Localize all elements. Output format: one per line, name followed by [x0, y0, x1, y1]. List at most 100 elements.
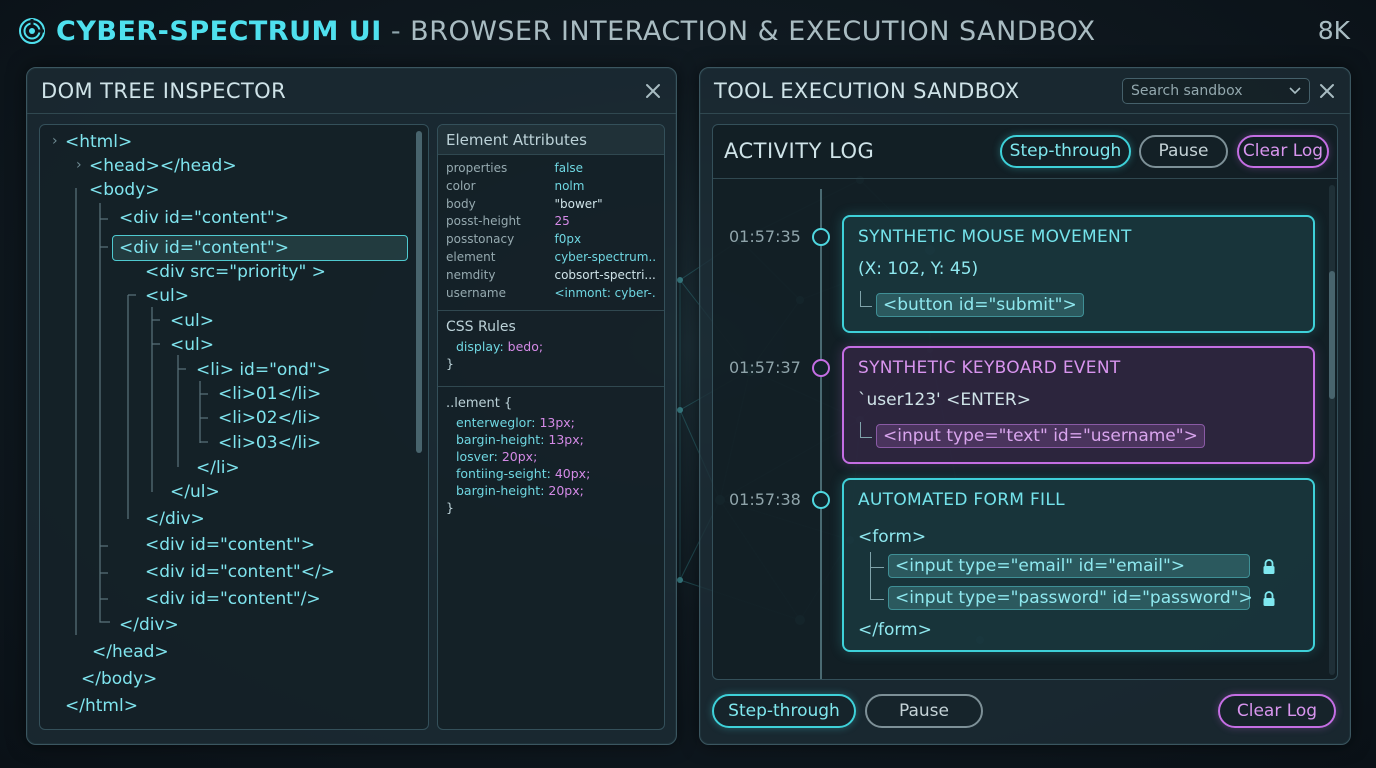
css-value: 20px;	[548, 483, 584, 499]
app-title: CYBER-SPECTRUM UI - BROWSER INTERACTION …	[56, 16, 1096, 47]
tree-node-selected[interactable]: <div id="content">	[112, 235, 408, 261]
log-scrollbar[interactable]	[1329, 271, 1335, 399]
attribute-key: color	[446, 178, 476, 193]
title-separator: -	[381, 15, 411, 47]
form-field-password: <input type="password" id="password">	[888, 586, 1253, 610]
chevron-down-icon[interactable]	[1289, 86, 1301, 96]
tree-node[interactable]: </div>	[119, 614, 179, 636]
event-target-tag: <button id="submit">	[876, 293, 1084, 317]
tree-expand-toggle[interactable]: ›	[76, 157, 82, 173]
step-through-button[interactable]: Step-through	[1000, 135, 1131, 168]
lock-icon	[1263, 591, 1275, 606]
css-value: bedo;	[507, 339, 544, 355]
event-timestamp: 01:57:35	[729, 227, 801, 246]
tree-node[interactable]: <html>	[65, 131, 132, 153]
attribute-row: username <inmont: cyber-...	[446, 285, 656, 303]
css-rule-line: losver: 20px;	[446, 448, 656, 465]
attribute-value: cyber-spectrum...	[554, 249, 656, 264]
log-scrollbar-track	[1329, 185, 1335, 675]
timeline-dot	[812, 359, 830, 377]
css-rules-title: CSS Rules	[446, 319, 516, 336]
tree-node[interactable]: <ul>	[170, 310, 214, 332]
attribute-value: nolm	[554, 178, 585, 193]
tree-collapse-toggle[interactable]: ›	[52, 133, 58, 149]
app-subtitle: BROWSER INTERACTION & EXECUTION SANDBOX	[410, 15, 1096, 47]
css-rule-line: bargin-height: 13px;	[446, 431, 656, 448]
attribute-key: username	[446, 285, 506, 300]
css-rules-section: CSS Rules display: bedo; }	[438, 310, 664, 378]
css-rule-close: }	[446, 500, 454, 516]
tree-node[interactable]: </div>	[145, 508, 205, 530]
pause-button[interactable]: Pause	[1139, 135, 1228, 168]
lock-icon	[1263, 559, 1275, 574]
attribute-row: body "bower"	[446, 196, 656, 214]
tree-node[interactable]: </body>	[81, 668, 157, 690]
attribute-value: f0px	[554, 232, 582, 247]
tree-node[interactable]: <ul>	[170, 334, 214, 356]
brand-name: CYBER-SPECTRUM UI	[56, 15, 382, 47]
close-icon[interactable]	[642, 80, 664, 102]
tool-execution-sandbox-panel: TOOL EXECUTION SANDBOX Search sandbox AC…	[699, 67, 1351, 745]
event-card-mouse[interactable]: SYNTHETIC MOUSE MOVEMENT (X: 102, Y: 45)…	[842, 215, 1315, 333]
dom-tree: › › <html> <head></head> <body> <div id=…	[39, 124, 429, 730]
event-timestamp: 01:57:37	[729, 358, 801, 377]
attribute-value: "bower"	[554, 196, 603, 211]
attribute-row: element cyber-spectrum...	[446, 249, 656, 267]
tree-node[interactable]: <li> id="ond">	[196, 359, 331, 381]
attribute-value: false	[554, 161, 584, 175]
attribute-row: posstonacy f0px	[446, 231, 656, 249]
attribute-key: nemdity	[446, 267, 496, 282]
search-placeholder: Search sandbox	[1131, 83, 1243, 99]
dom-panel-title: DOM TREE INSPECTOR	[41, 78, 287, 103]
event-card-keyboard[interactable]: SYNTHETIC KEYBOARD EVENT `user123' <ENTE…	[842, 346, 1315, 464]
css-value: 40px;	[554, 466, 591, 482]
sandbox-panel-header: TOOL EXECUTION SANDBOX Search sandbox	[700, 68, 1350, 114]
clear-log-button[interactable]: Clear Log	[1237, 135, 1329, 168]
tree-node[interactable]: <div id="content"</>	[145, 561, 335, 583]
footer-clear-log-button[interactable]: Clear Log	[1218, 694, 1336, 728]
attribute-key: body	[446, 196, 476, 211]
css-rule-line: fontiing-seight: 40px;	[446, 465, 656, 482]
tree-scrollbar[interactable]	[416, 131, 422, 453]
close-icon[interactable]	[1316, 80, 1338, 102]
branch-connector	[860, 422, 872, 438]
element-rule-section: ..lement { enterweglor: 13px; bargin-hei…	[438, 386, 664, 522]
branch-connector	[860, 291, 872, 307]
event-title: AUTOMATED FORM FILL	[858, 490, 1065, 510]
search-input[interactable]: Search sandbox	[1122, 78, 1310, 104]
footer-pause-button[interactable]: Pause	[865, 694, 983, 728]
tree-node[interactable]: <li>03</li>	[218, 432, 321, 454]
tree-node[interactable]: <div id="content"/>	[145, 588, 321, 610]
tree-node[interactable]: <head></head>	[89, 155, 237, 177]
css-property: fontiing-seight:	[456, 466, 551, 482]
tree-node[interactable]: <body>	[89, 179, 160, 201]
tree-node[interactable]: </li>	[196, 457, 240, 479]
tree-node[interactable]: <li>01</li>	[218, 383, 321, 405]
tree-node[interactable]: </head>	[92, 641, 169, 663]
app-logo-icon	[19, 18, 45, 44]
form-close-tag: </form>	[858, 620, 932, 640]
css-property: display:	[456, 339, 504, 355]
tree-node[interactable]: <ul>	[145, 285, 189, 307]
event-card-form-fill[interactable]: AUTOMATED FORM FILL <form> <input type="…	[842, 478, 1315, 652]
timeline-line	[820, 189, 822, 679]
event-detail: (X: 102, Y: 45)	[858, 259, 979, 279]
branch-connector	[870, 552, 884, 568]
attribute-key: element	[446, 249, 496, 264]
attributes-table: properties false color nolm body "bower" po…	[438, 155, 664, 302]
attribute-value: <inmont: cyber-...	[554, 285, 656, 300]
footer-step-through-button[interactable]: Step-through	[712, 694, 856, 728]
css-rule-line: bargin-height: 20px;	[446, 482, 656, 499]
activity-log-title: ACTIVITY LOG	[724, 139, 875, 163]
tree-node[interactable]: <div id="content">	[145, 534, 315, 556]
tree-node[interactable]: </ul>	[170, 481, 220, 503]
tree-node[interactable]: <li>02</li>	[218, 407, 321, 429]
event-timestamp: 01:57:38	[729, 490, 801, 509]
tree-node[interactable]: <div id="content">	[119, 207, 289, 229]
app-header: CYBER-SPECTRUM UI - BROWSER INTERACTION …	[18, 12, 1358, 50]
css-value: 13px;	[548, 432, 584, 448]
element-rule-selector: ..lement {	[446, 396, 513, 412]
tree-node[interactable]: <div src="priority" >	[145, 261, 326, 283]
event-title: SYNTHETIC KEYBOARD EVENT	[858, 358, 1121, 378]
tree-node[interactable]: </html>	[65, 695, 138, 717]
